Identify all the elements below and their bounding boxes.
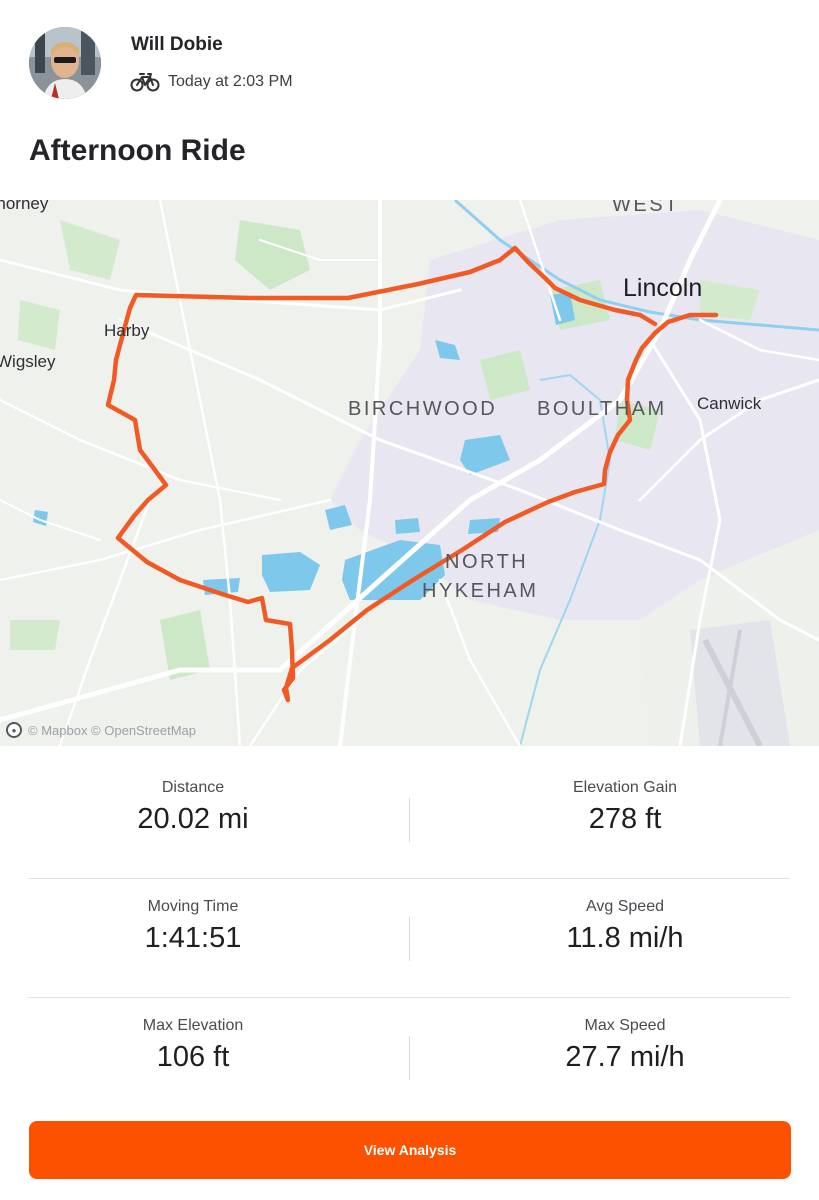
mapbox-logo-icon: ● [6, 722, 22, 738]
park-area [18, 300, 60, 350]
map-label-north: NORTH [445, 551, 529, 573]
activity-header: Will Dobie Today at 2:03 PM Afternoon Ri… [0, 0, 819, 200]
stat-value: 11.8 mi/h [566, 922, 684, 954]
attribution-text: © Mapbox © OpenStreetMap [28, 722, 197, 738]
water-lake [262, 552, 320, 592]
stat-max-elevation: Max Elevation 106 ft [28, 998, 358, 1074]
activity-timestamp: Today at 2:03 PM [168, 73, 293, 90]
stats-row: Max Elevation 106 ft Max Speed 27.7 mi/h [28, 998, 790, 1116]
stat-value: 1:41:51 [144, 922, 242, 954]
map-label-hykeham: HYKEHAM [422, 580, 539, 602]
view-analysis-button[interactable]: View Analysis [29, 1121, 791, 1179]
stat-label: Avg Speed [586, 898, 664, 915]
stat-label: Elevation Gain [572, 779, 678, 796]
stat-value: 27.7 mi/h [565, 1041, 685, 1073]
stat-label: Max Elevation [142, 1017, 244, 1034]
activity-title[interactable]: Afternoon Ride [29, 134, 246, 168]
map-label-thorney: Thorney [0, 200, 49, 213]
stats-row: Distance 20.02 mi Elevation Gain 278 ft [28, 760, 790, 879]
stat-value: 278 ft [588, 803, 662, 835]
map-label-canwick: Canwick [697, 394, 762, 413]
stat-value: 106 ft [156, 1041, 230, 1073]
stat-avg-speed: Avg Speed 11.8 mi/h [460, 879, 790, 955]
stat-label: Max Speed [584, 1017, 666, 1034]
avatar[interactable] [29, 27, 101, 99]
map-label-west: WEST [612, 200, 680, 216]
stat-elevation-gain: Elevation Gain 278 ft [460, 760, 790, 836]
stat-moving-time: Moving Time 1:41:51 [28, 879, 358, 955]
stat-value: 20.02 mi [137, 803, 249, 835]
activity-meta: Today at 2:03 PM [130, 70, 293, 94]
map-attribution[interactable]: ● © Mapbox © OpenStreetMap [6, 722, 196, 738]
activity-stats: Distance 20.02 mi Elevation Gain 278 ft … [28, 760, 790, 1116]
water-lake [395, 518, 420, 534]
map-label-harby: Harby [104, 321, 150, 340]
map-label-lincoln: Lincoln [623, 274, 703, 302]
park-area [60, 220, 120, 280]
avatar-image [29, 27, 101, 99]
map-label-birchwood: BIRCHWOOD [348, 398, 498, 420]
route-map[interactable]: Lincoln BIRCHWOOD BOULTHAM NORTH HYKEHAM… [0, 200, 819, 746]
stat-divider [409, 917, 410, 961]
athlete-name[interactable]: Will Dobie [131, 34, 223, 56]
park-area [235, 220, 310, 290]
map-label-boultham: BOULTHAM [537, 398, 667, 420]
stats-row: Moving Time 1:41:51 Avg Speed 11.8 mi/h [28, 879, 790, 998]
stat-max-speed: Max Speed 27.7 mi/h [460, 998, 790, 1074]
bike-icon [130, 73, 160, 92]
stat-divider [409, 1036, 410, 1080]
stat-distance: Distance 20.02 mi [28, 760, 358, 836]
stat-label: Distance [161, 779, 225, 796]
park-area [10, 620, 60, 650]
stat-divider [409, 798, 410, 842]
map-label-wigsley: Wigsley [0, 352, 56, 371]
stat-label: Moving Time [147, 898, 239, 915]
